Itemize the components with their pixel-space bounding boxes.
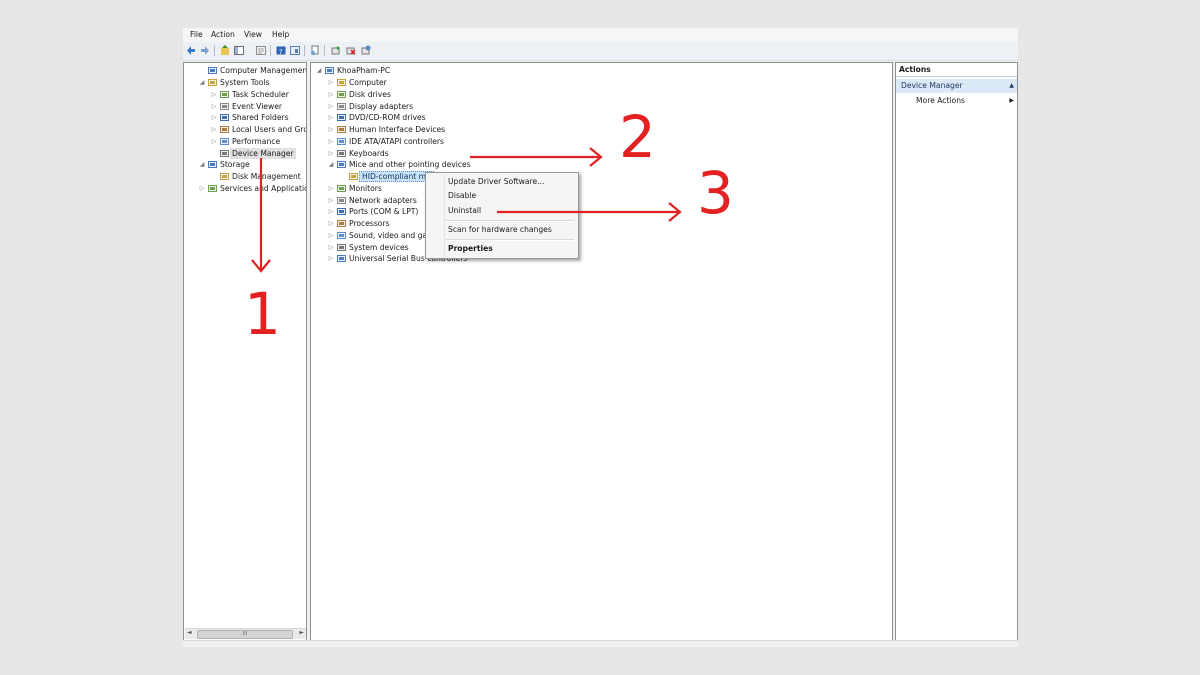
annotation-number-3: 3	[697, 159, 734, 227]
annotation-arrows	[251, 147, 682, 273]
annotation-number-1: 1	[244, 280, 281, 348]
annotation-number-2: 2	[619, 103, 656, 171]
